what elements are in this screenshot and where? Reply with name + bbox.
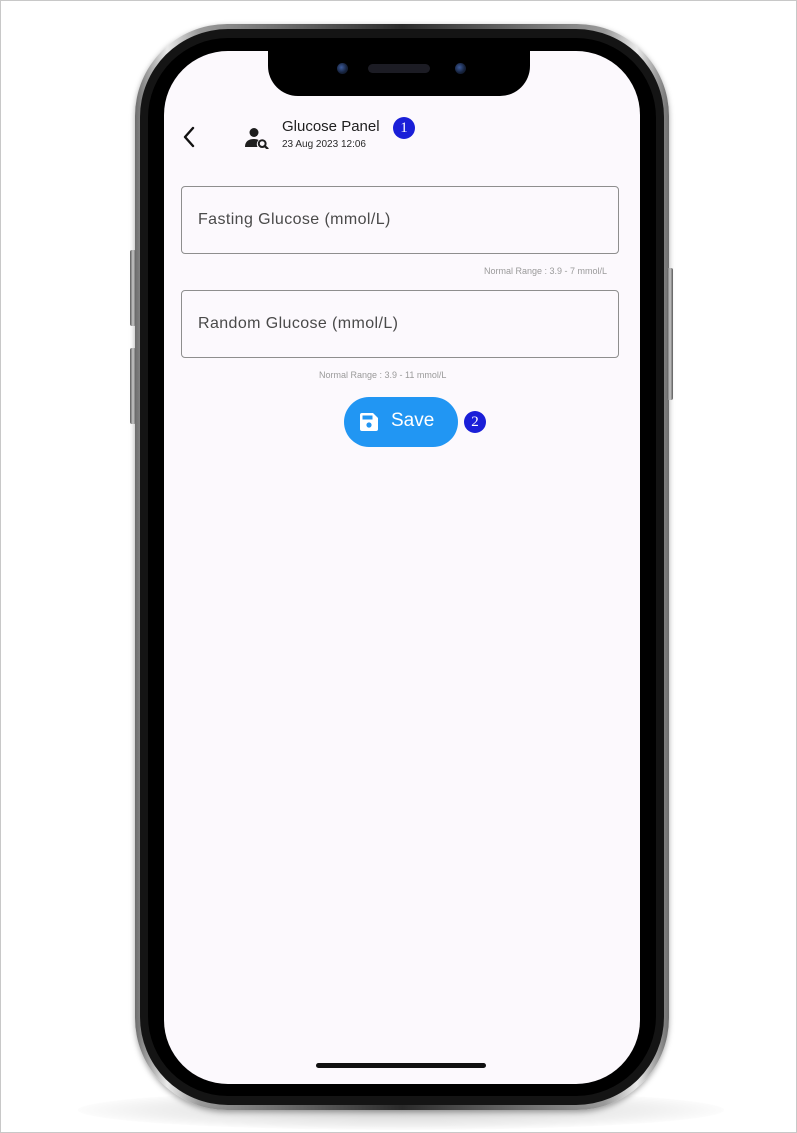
step-marker-2: 2	[464, 411, 486, 433]
random-glucose-helper: Normal Range : 3.9 - 11 mmol/L	[319, 370, 447, 380]
chevron-left-icon	[183, 126, 195, 148]
home-indicator[interactable]	[316, 1063, 486, 1068]
save-button-label: Save	[391, 410, 435, 431]
phone-side-button-volume	[130, 348, 136, 424]
fasting-glucose-field[interactable]: Fasting Glucose (mmol/L)	[181, 186, 619, 254]
page-timestamp: 23 Aug 2023 12:06	[282, 139, 366, 150]
fasting-glucose-placeholder: Fasting Glucose (mmol/L)	[198, 211, 391, 228]
save-button[interactable]: Save	[344, 397, 458, 447]
phone-side-button-mute	[130, 250, 136, 326]
person-search-icon	[245, 128, 269, 149]
front-camera-icon	[337, 63, 348, 74]
back-button[interactable]	[176, 122, 202, 152]
phone-speaker	[368, 64, 430, 73]
phone-side-button-power	[667, 268, 673, 400]
fasting-glucose-helper: Normal Range : 3.9 - 7 mmol/L	[484, 266, 608, 276]
random-glucose-field[interactable]: Random Glucose (mmol/L)	[181, 290, 619, 358]
sensor-icon	[455, 63, 466, 74]
page-title: Glucose Panel	[282, 118, 380, 135]
floppy-disk-icon	[360, 413, 378, 431]
random-glucose-placeholder: Random Glucose (mmol/L)	[198, 315, 399, 332]
step-marker-1: 1	[393, 117, 415, 139]
